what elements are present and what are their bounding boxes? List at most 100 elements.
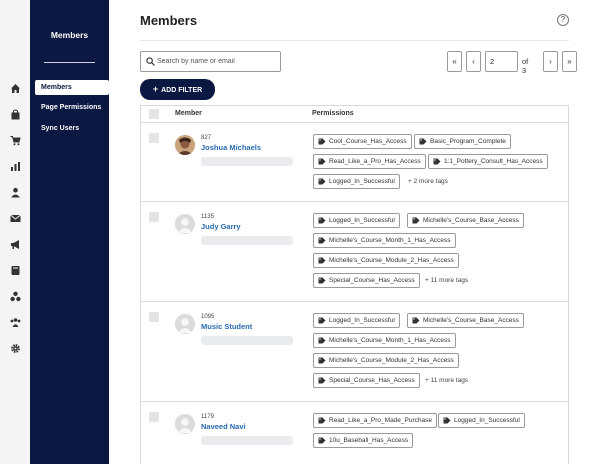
permission-tag[interactable]: Michelle's_Course_Month_1_Has_Access <box>313 333 456 348</box>
tag-label: Michelle's_Course_Month_1_Has_Access <box>329 237 451 244</box>
tag-label: Logged_In_Successful <box>329 178 395 185</box>
member-name-link[interactable]: Naveed Navi <box>201 422 246 431</box>
permission-tag[interactable]: Cool_Course_Has_Access <box>313 134 412 149</box>
members-table: Member Permissions 827 Joshua Michaels Coo… <box>140 105 569 464</box>
book-icon[interactable] <box>9 264 21 276</box>
tag-label: Read_Like_a_Pro_Has_Access <box>329 158 421 165</box>
column-member: Member <box>175 110 202 117</box>
permission-tag[interactable]: Special_Course_Has_Access <box>313 373 420 388</box>
tag-label: Michelle's_Course_Module_2_Has_Access <box>329 357 454 364</box>
tag-icon <box>318 337 326 344</box>
select-all-checkbox[interactable] <box>149 109 159 119</box>
tag-label: 1:1_Pottery_Consult_Has_Access <box>444 158 543 165</box>
permission-tag[interactable]: Special_Course_Has_Access <box>313 273 420 288</box>
permission-tag[interactable]: Logged_In_Successful <box>313 213 400 228</box>
permission-tag[interactable]: Basic_Program_Complete <box>414 134 511 149</box>
avatar <box>175 314 195 334</box>
row-checkbox[interactable] <box>149 312 159 322</box>
tag-icon <box>318 158 326 165</box>
member-email-redacted <box>201 236 293 245</box>
search-input[interactable] <box>157 55 277 68</box>
member-name-link[interactable]: Music Student <box>201 322 252 331</box>
search-icon <box>146 57 155 66</box>
tag-icon <box>318 237 326 244</box>
tag-label: Logged_In_Successful <box>329 217 395 224</box>
member-email-redacted <box>201 436 293 445</box>
mail-icon[interactable] <box>9 212 21 224</box>
row-checkbox[interactable] <box>149 212 159 222</box>
search-box[interactable] <box>140 51 281 72</box>
cart-icon[interactable] <box>9 134 21 146</box>
page-title: Members <box>140 13 198 28</box>
first-page-button[interactable]: « <box>447 51 462 72</box>
permission-tag[interactable]: Michelle's_Course_Base_Access <box>407 313 524 328</box>
tag-icon <box>318 437 326 444</box>
page-number-input[interactable] <box>485 51 518 72</box>
people-icon[interactable] <box>9 316 21 328</box>
sidebar: Members Members Page Permissions Sync Us… <box>30 0 109 464</box>
tag-label: Logged_In_Successful <box>454 417 520 424</box>
home-icon[interactable] <box>9 82 21 94</box>
permission-tag[interactable]: Read_Like_a_Pro_Has_Access <box>313 154 426 169</box>
more-tags-link[interactable]: + 11 more tags <box>425 377 468 384</box>
tag-icon <box>443 417 451 424</box>
tag-icon <box>318 138 326 145</box>
more-tags-link[interactable]: + 2 more tags <box>408 178 448 185</box>
permission-tag[interactable]: Logged_In_Successful <box>313 313 400 328</box>
member-id: 827 <box>201 135 212 141</box>
plus-icon: + <box>152 84 159 94</box>
permission-tag[interactable]: 10u_Baseball_Has_Access <box>313 433 414 448</box>
add-filter-button[interactable]: + ADD FILTER <box>140 79 215 100</box>
member-id: 1179 <box>201 414 214 420</box>
member-name-link[interactable]: Joshua Michaels <box>201 143 261 152</box>
table-header: Member Permissions <box>141 106 568 123</box>
sidebar-divider <box>44 62 95 63</box>
header-divider <box>140 40 569 41</box>
permission-tag[interactable]: Logged_In_Successful <box>438 413 525 428</box>
last-page-button[interactable]: » <box>562 51 577 72</box>
sidebar-title: Members <box>50 30 89 40</box>
row-checkbox[interactable] <box>149 133 159 143</box>
sidebar-item-members[interactable]: Members <box>35 80 109 95</box>
tag-icon <box>318 417 326 424</box>
member-name-link[interactable]: Judy Garry <box>201 222 241 231</box>
tag-label: Special_Course_Has_Access <box>329 277 415 284</box>
tag-icon <box>433 158 441 165</box>
bag-icon[interactable] <box>9 108 21 120</box>
tag-icon <box>318 178 326 185</box>
tag-label: Michelle's_Course_Base_Access <box>423 217 519 224</box>
tag-icon <box>318 217 326 224</box>
row-checkbox[interactable] <box>149 412 159 422</box>
tag-icon <box>419 138 427 145</box>
group-icon[interactable] <box>9 290 21 302</box>
tag-label: Special_Course_Has_Access <box>329 377 415 384</box>
table-row: 1095 Music Student Logged_In_Successful Mic… <box>141 302 568 402</box>
permission-tag[interactable]: Michelle's_Course_Month_1_Has_Access <box>313 233 456 248</box>
add-filter-label: ADD FILTER <box>161 87 203 94</box>
tag-label: Michelle's_Course_Base_Access <box>423 317 519 324</box>
more-tags-link[interactable]: + 11 more tags <box>425 277 468 284</box>
tag-label: Michelle's_Course_Module_2_Has_Access <box>329 257 454 264</box>
tag-icon <box>318 257 326 264</box>
member-email-redacted <box>201 157 293 166</box>
permission-tag[interactable]: Michelle's_Course_Module_2_Has_Access <box>313 353 459 368</box>
next-page-button[interactable]: › <box>543 51 558 72</box>
tag-label: Cool_Course_Has_Access <box>329 138 407 145</box>
megaphone-icon[interactable] <box>9 238 21 250</box>
permission-tag[interactable]: Read_Like_a_Pro_Made_Purchase <box>313 413 437 428</box>
gear-icon[interactable] <box>9 342 21 354</box>
permission-tag[interactable]: Michelle's_Course_Base_Access <box>407 213 524 228</box>
chart-icon[interactable] <box>9 160 21 172</box>
help-icon[interactable]: ? <box>557 14 569 26</box>
user-icon[interactable] <box>9 186 21 198</box>
sidebar-item-page-permissions[interactable]: Page Permissions <box>35 100 109 115</box>
tag-label: Basic_Program_Complete <box>430 138 506 145</box>
tag-label: Michelle's_Course_Month_1_Has_Access <box>329 337 451 344</box>
table-row: 1135 Judy Garry Logged_In_Successful Michel… <box>141 202 568 302</box>
tag-icon <box>318 277 326 284</box>
permission-tag[interactable]: Michelle's_Course_Module_2_Has_Access <box>313 253 459 268</box>
prev-page-button[interactable]: ‹ <box>466 51 481 72</box>
sidebar-item-sync-users[interactable]: Sync Users <box>35 121 109 136</box>
permission-tag[interactable]: 1:1_Pottery_Consult_Has_Access <box>428 154 548 169</box>
permission-tag[interactable]: Logged_In_Successful <box>313 174 400 189</box>
